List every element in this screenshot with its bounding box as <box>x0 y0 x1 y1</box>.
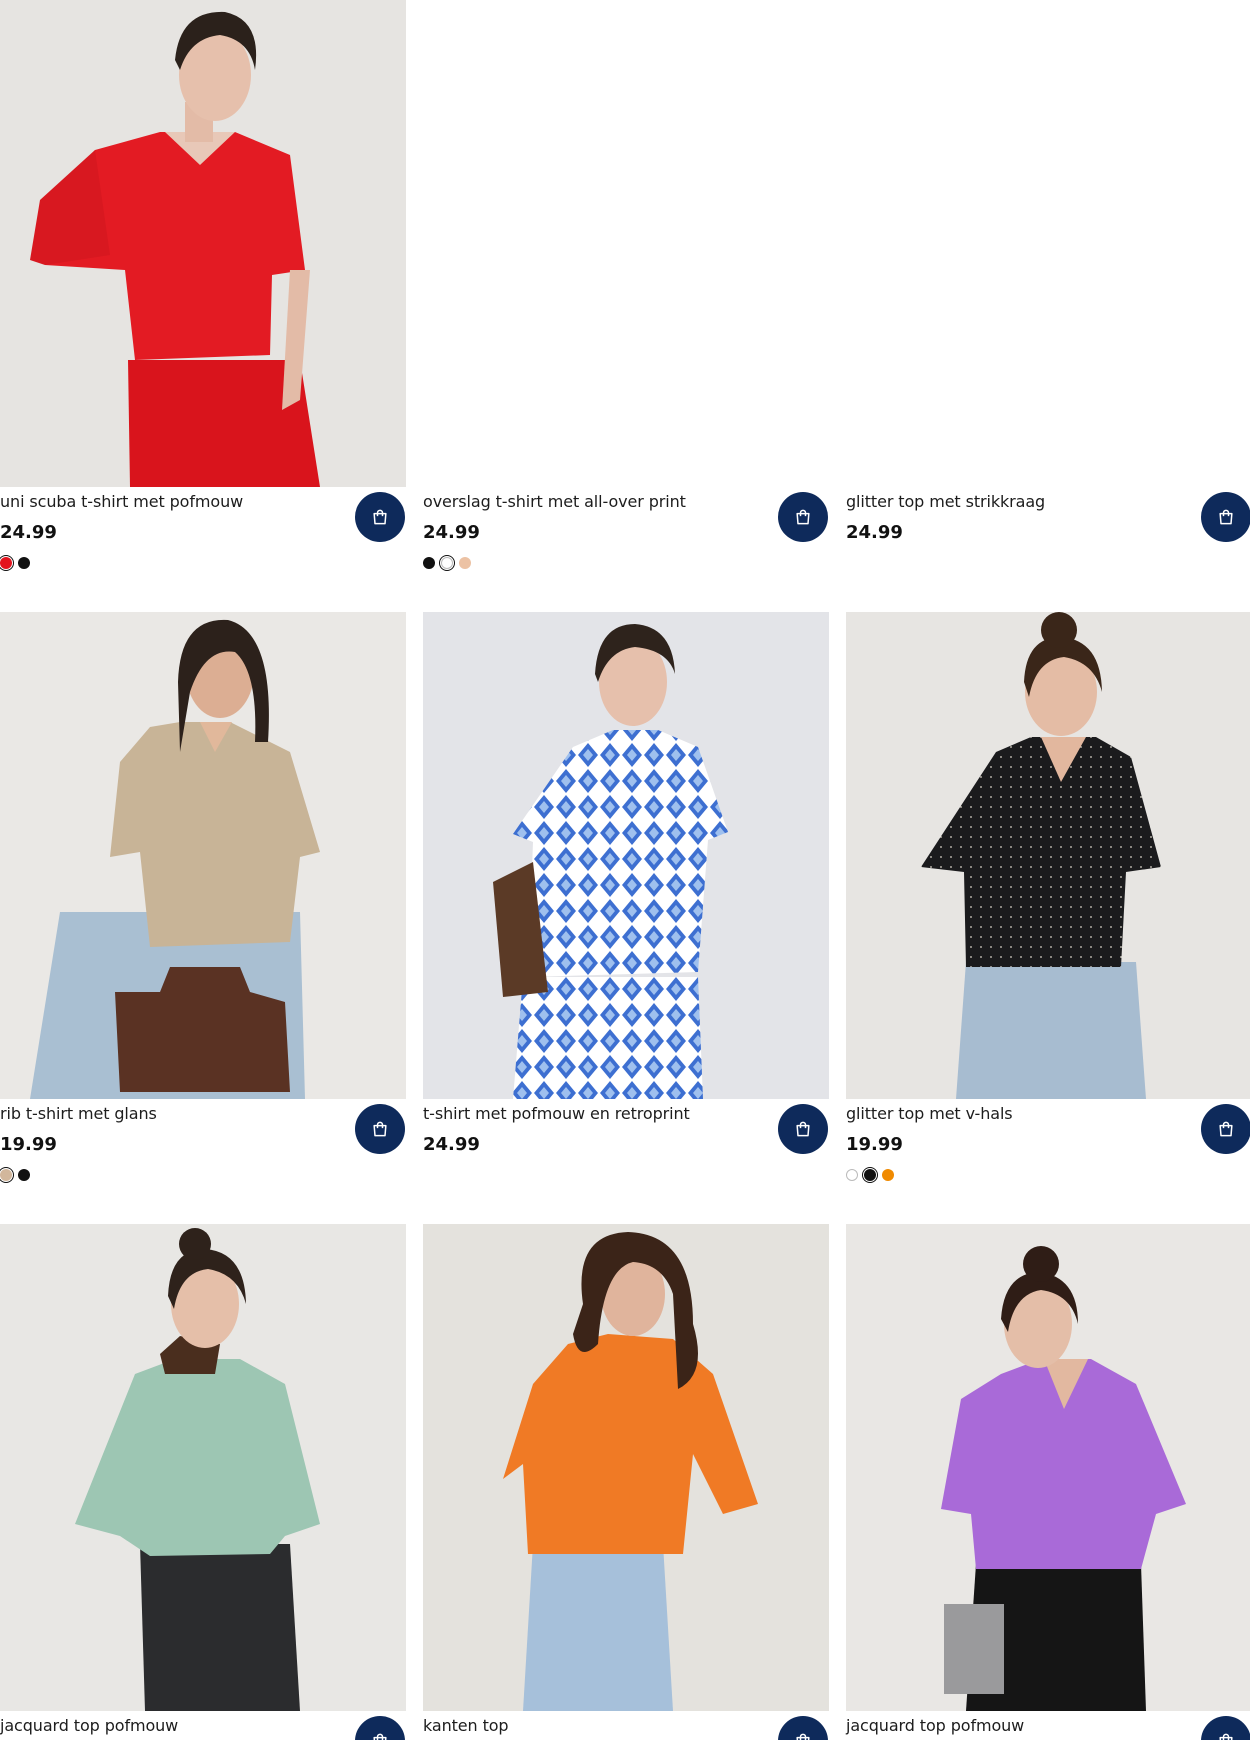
shopping-bag-icon <box>1219 1121 1233 1137</box>
product-title[interactable]: glitter top met strikkraag <box>846 491 1045 513</box>
model-photo <box>423 612 829 1099</box>
product-title[interactable]: rib t-shirt met glans <box>0 1103 157 1125</box>
add-to-cart-button[interactable] <box>1201 1716 1250 1740</box>
shopping-bag-icon <box>796 509 810 525</box>
add-to-cart-button[interactable] <box>355 1716 405 1740</box>
model-photo <box>0 1224 406 1711</box>
color-swatch-black[interactable] <box>18 1169 30 1181</box>
add-to-cart-button[interactable] <box>778 1104 828 1154</box>
product-title[interactable]: jacquard top pofmouw <box>846 1715 1024 1737</box>
shopping-bag-icon <box>373 1121 387 1137</box>
image-placeholder <box>423 0 829 487</box>
color-swatches <box>0 557 30 569</box>
color-swatches <box>0 1169 30 1181</box>
product-image[interactable] <box>0 612 406 1099</box>
model-photo <box>423 1224 829 1711</box>
shopping-bag-icon <box>373 1733 387 1740</box>
color-swatch-black[interactable] <box>18 557 30 569</box>
product-title[interactable]: jacquard top pofmouw <box>0 1715 178 1737</box>
color-swatch-white[interactable] <box>441 557 453 569</box>
product-image[interactable] <box>0 0 406 487</box>
product-image[interactable] <box>423 1224 829 1711</box>
color-swatch-black[interactable] <box>423 557 435 569</box>
shopping-bag-icon <box>1219 1733 1233 1740</box>
product-price: 24.99 <box>423 1134 480 1155</box>
shopping-bag-icon <box>1219 509 1233 525</box>
color-swatches <box>846 1169 894 1181</box>
product-price: 24.99 <box>0 522 57 543</box>
add-to-cart-button[interactable] <box>1201 1104 1250 1154</box>
product-price: 24.99 <box>846 522 903 543</box>
product-image[interactable] <box>846 0 1250 487</box>
model-photo <box>846 1224 1250 1711</box>
product-image[interactable] <box>846 1224 1250 1711</box>
shopping-bag-icon <box>373 509 387 525</box>
product-image[interactable] <box>423 0 829 487</box>
image-placeholder <box>846 0 1250 487</box>
shopping-bag-icon <box>796 1121 810 1137</box>
model-photo <box>0 0 406 487</box>
color-swatches <box>423 557 471 569</box>
product-price: 24.99 <box>423 522 480 543</box>
product-image[interactable] <box>846 612 1250 1099</box>
add-to-cart-button[interactable] <box>355 492 405 542</box>
product-price: 19.99 <box>0 1134 57 1155</box>
product-image[interactable] <box>423 612 829 1099</box>
color-swatch-black[interactable] <box>864 1169 876 1181</box>
product-grid: uni scuba t-shirt met pofmouw 24.99 over… <box>0 0 1250 1740</box>
color-swatch-peach[interactable] <box>459 557 471 569</box>
product-title[interactable]: overslag t-shirt met all-over print <box>423 491 686 513</box>
model-photo <box>846 612 1250 1099</box>
model-photo <box>0 612 406 1099</box>
color-swatch-red[interactable] <box>0 557 12 569</box>
color-swatch-orange[interactable] <box>882 1169 894 1181</box>
color-swatch-white[interactable] <box>846 1169 858 1181</box>
product-title[interactable]: uni scuba t-shirt met pofmouw <box>0 491 243 513</box>
color-swatch-beige[interactable] <box>0 1169 12 1181</box>
add-to-cart-button[interactable] <box>778 492 828 542</box>
product-title[interactable]: kanten top <box>423 1715 509 1737</box>
shopping-bag-icon <box>796 1733 810 1740</box>
add-to-cart-button[interactable] <box>778 1716 828 1740</box>
product-image[interactable] <box>0 1224 406 1711</box>
product-title[interactable]: t-shirt met pofmouw en retroprint <box>423 1103 690 1125</box>
add-to-cart-button[interactable] <box>1201 492 1250 542</box>
add-to-cart-button[interactable] <box>355 1104 405 1154</box>
product-title[interactable]: glitter top met v-hals <box>846 1103 1013 1125</box>
product-price: 19.99 <box>846 1134 903 1155</box>
